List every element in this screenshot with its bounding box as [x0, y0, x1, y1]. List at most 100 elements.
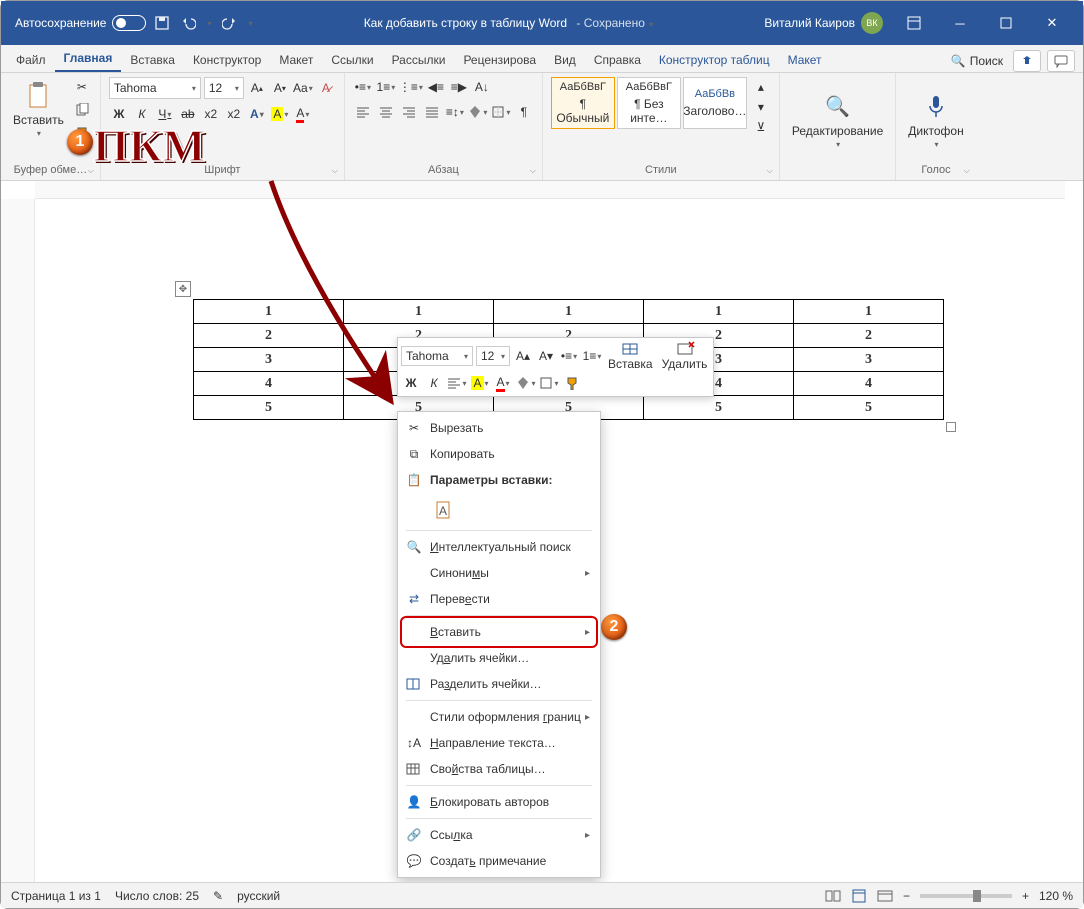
font-name-input[interactable]: Tahoma▾ [109, 77, 201, 99]
align-center-button[interactable] [376, 102, 396, 122]
sort-button[interactable]: A↓ [472, 77, 492, 97]
tab-table-design[interactable]: Конструктор таблиц [650, 48, 779, 72]
autosave-toggle[interactable] [112, 15, 146, 31]
ctx-translate[interactable]: ⇄Перевести [398, 586, 600, 612]
share-button[interactable] [1013, 50, 1041, 72]
mini-borders[interactable]: ▾ [539, 373, 559, 393]
ribbon-options-icon[interactable] [891, 1, 937, 45]
zoom-out[interactable]: − [903, 889, 910, 903]
outdent-button[interactable]: ◀≡ [426, 77, 446, 97]
mini-font-color[interactable]: A▾ [493, 373, 513, 393]
tab-file[interactable]: Файл [7, 48, 55, 72]
mini-shrink-font[interactable]: A▾ [536, 346, 556, 366]
status-proofing-icon[interactable]: ✎ [213, 889, 223, 903]
tab-layout[interactable]: Макет [270, 48, 322, 72]
ctx-new-comment[interactable]: 💬Создать примечание [398, 848, 600, 874]
redo-icon[interactable] [222, 15, 238, 31]
mini-highlight[interactable]: A▾ [470, 373, 490, 393]
mini-italic[interactable]: К [424, 373, 444, 393]
ctx-copy[interactable]: ⧉Копировать [398, 441, 600, 467]
tab-help[interactable]: Справка [585, 48, 650, 72]
mini-numbering[interactable]: 1≡▾ [582, 346, 602, 366]
mini-format-painter[interactable] [562, 373, 582, 393]
font-size-input[interactable]: 12▾ [204, 77, 244, 99]
shrink-font-button[interactable]: A▾ [270, 78, 290, 98]
view-read-mode[interactable] [825, 889, 841, 903]
tab-home[interactable]: Главная [55, 46, 122, 72]
text-effects-button[interactable]: A▾ [247, 104, 267, 124]
styles-up[interactable]: ▴ [751, 77, 771, 97]
status-word-count[interactable]: Число слов: 25 [115, 889, 199, 903]
horizontal-ruler[interactable] [35, 181, 1065, 199]
indent-button[interactable]: ≡▶ [449, 77, 469, 97]
mini-insert-button[interactable]: Вставка [605, 341, 656, 371]
justify-button[interactable] [422, 102, 442, 122]
paste-keep-text-icon[interactable]: A [430, 496, 458, 524]
vertical-ruler[interactable] [1, 199, 35, 882]
mini-grow-font[interactable]: A▴ [513, 346, 533, 366]
dictate-button[interactable]: Диктофон▾ [904, 88, 967, 151]
bullets-button[interactable]: •≡▾ [353, 77, 373, 97]
tab-mailings[interactable]: Рассылки [383, 48, 455, 72]
tab-view[interactable]: Вид [545, 48, 585, 72]
user-account[interactable]: Виталий Каиров ВК [764, 12, 883, 34]
cut-button[interactable]: ✂ [72, 77, 92, 97]
view-print-layout[interactable] [851, 889, 867, 903]
comments-button[interactable] [1047, 50, 1075, 72]
style-heading1[interactable]: АаБбВвЗаголово… [683, 77, 747, 129]
superscript-button[interactable]: x2 [224, 104, 244, 124]
tab-design[interactable]: Конструктор [184, 48, 270, 72]
font-color-button[interactable]: A▾ [293, 104, 313, 124]
zoom-in[interactable]: + [1022, 889, 1029, 903]
editing-button[interactable]: 🔍 Редактирование▾ [788, 88, 887, 151]
mini-align[interactable]: ▾ [447, 373, 467, 393]
ctx-cut[interactable]: ✂Вырезать [398, 415, 600, 441]
copy-button[interactable] [72, 100, 92, 120]
tab-table-layout[interactable]: Макет [779, 48, 831, 72]
numbering-button[interactable]: 1≡▾ [376, 77, 396, 97]
style-no-spacing[interactable]: АаБбВвГ¶ Без инте… [617, 77, 681, 129]
tab-review[interactable]: Рецензирова [454, 48, 545, 72]
mini-delete-button[interactable]: Удалить [659, 341, 711, 371]
ctx-insert[interactable]: Вставить▸ [398, 619, 600, 645]
zoom-level[interactable]: 120 % [1039, 889, 1073, 903]
ctx-lock-authors[interactable]: 👤Блокировать авторов [398, 789, 600, 815]
table-resize-handle[interactable] [946, 422, 956, 432]
highlight-button[interactable]: A▾ [270, 104, 290, 124]
style-normal[interactable]: АаБбВвГ¶ Обычный [551, 77, 615, 129]
ctx-text-direction[interactable]: ↕AНаправление текста… [398, 730, 600, 756]
zoom-slider[interactable] [920, 894, 1012, 898]
undo-dropdown[interactable]: ▾ [207, 19, 211, 28]
shading-button[interactable]: ▾ [468, 102, 488, 122]
styles-more[interactable]: ⊻ [751, 117, 771, 137]
table-move-handle[interactable]: ✥ [175, 281, 191, 297]
undo-icon[interactable] [180, 15, 196, 31]
maximize-button[interactable] [983, 1, 1029, 45]
mini-font-name[interactable]: Tahoma▾ [401, 346, 473, 366]
align-left-button[interactable] [353, 102, 373, 122]
ctx-smart-lookup[interactable]: 🔍Интеллектуальный поиск [398, 534, 600, 560]
view-web-layout[interactable] [877, 889, 893, 903]
search-box[interactable]: 🔍Поиск [951, 54, 1003, 68]
tab-references[interactable]: Ссылки [322, 48, 382, 72]
borders-button[interactable]: ▾ [491, 102, 511, 122]
multilevel-button[interactable]: ⋮≡▾ [399, 77, 423, 97]
ctx-link[interactable]: 🔗Ссылка▸ [398, 822, 600, 848]
styles-down[interactable]: ▾ [751, 97, 771, 117]
mini-bullets[interactable]: •≡▾ [559, 346, 579, 366]
tab-insert[interactable]: Вставка [121, 48, 184, 72]
change-case-button[interactable]: Aa▾ [293, 78, 313, 98]
mini-font-size[interactable]: 12▾ [476, 346, 510, 366]
mini-bold[interactable]: Ж [401, 373, 421, 393]
mini-shading[interactable]: ▾ [516, 373, 536, 393]
status-page[interactable]: Страница 1 из 1 [11, 889, 101, 903]
ctx-table-properties[interactable]: Свойства таблицы… [398, 756, 600, 782]
minimize-button[interactable]: ─ [937, 1, 983, 45]
line-spacing-button[interactable]: ≡↕▾ [445, 102, 465, 122]
ctx-border-styles[interactable]: Стили оформления границ▸ [398, 704, 600, 730]
grow-font-button[interactable]: A▴ [247, 78, 267, 98]
show-marks-button[interactable]: ¶ [514, 102, 534, 122]
paste-button[interactable]: Вставить▾ [9, 77, 68, 140]
ctx-synonyms[interactable]: Синонимы▸ [398, 560, 600, 586]
save-icon[interactable] [154, 15, 170, 31]
